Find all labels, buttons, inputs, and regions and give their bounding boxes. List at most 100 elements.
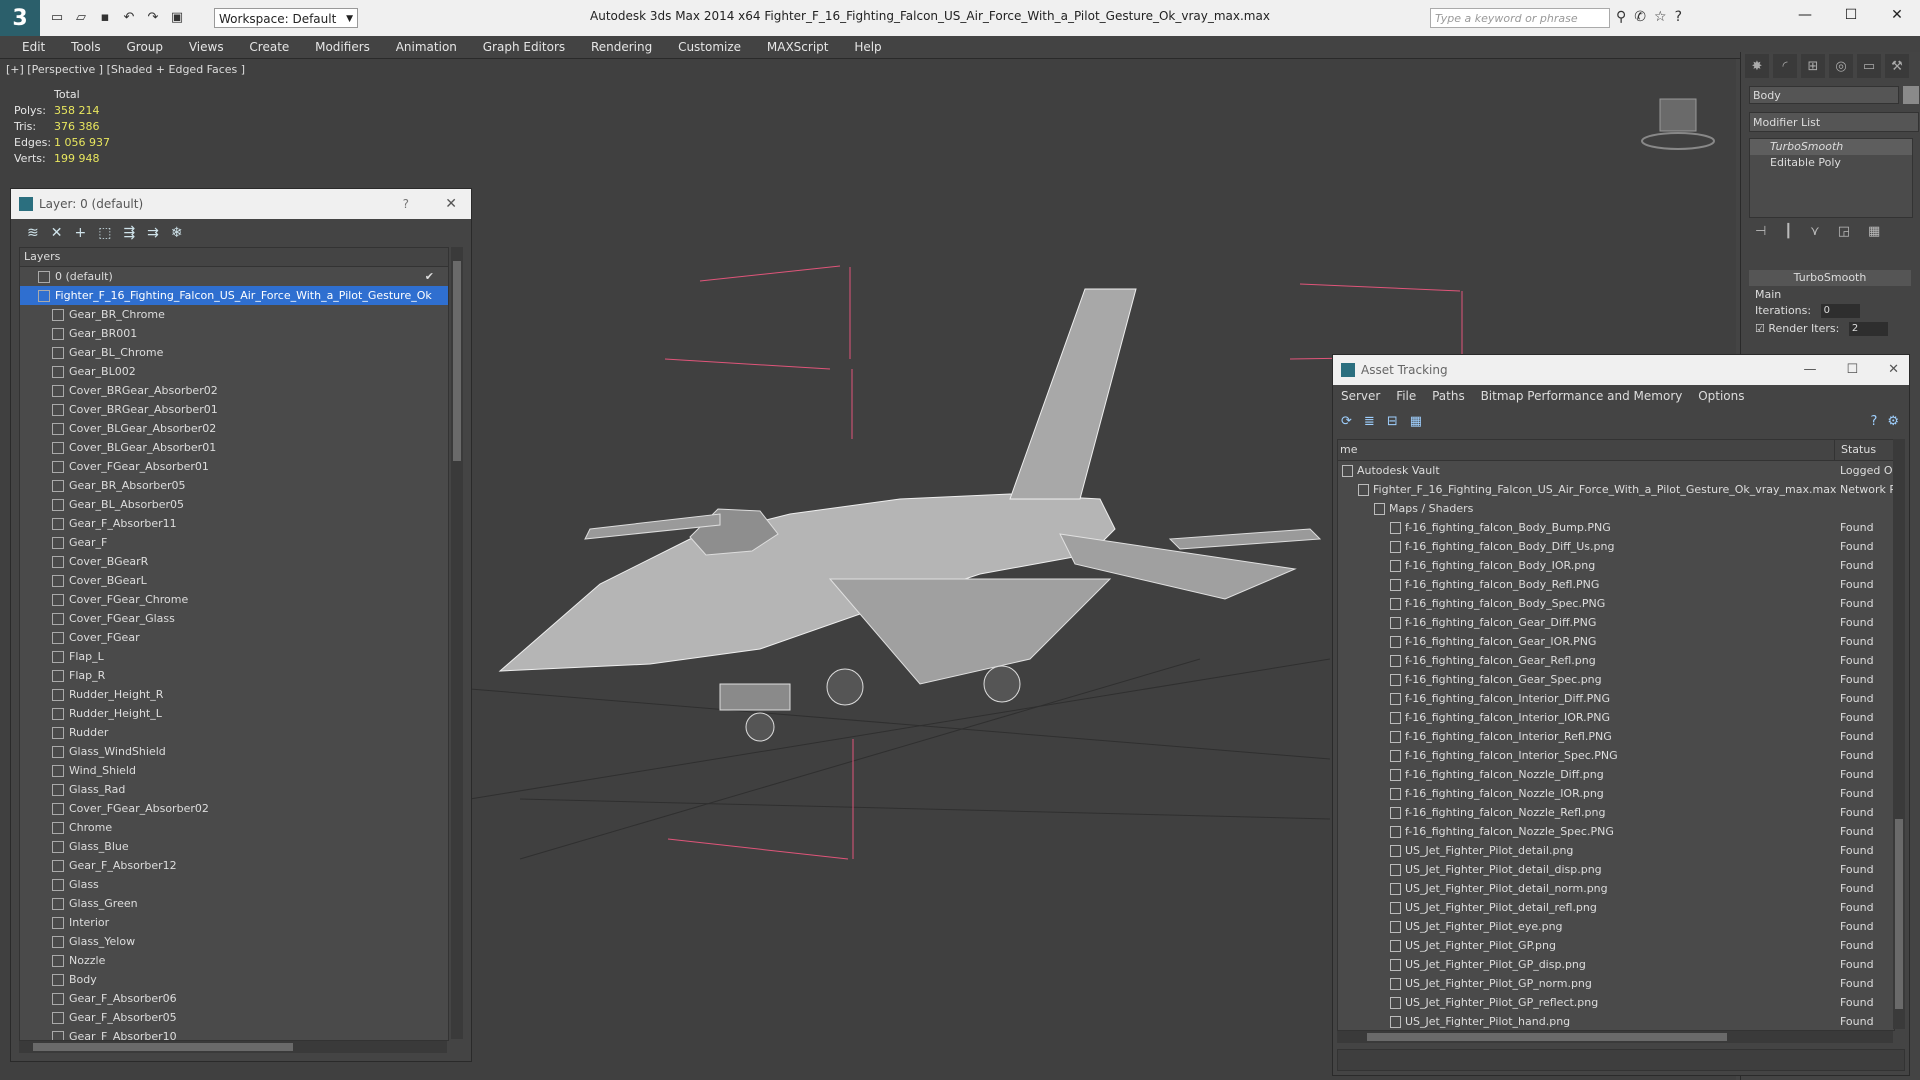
status-column-header[interactable]: Status — [1834, 440, 1876, 460]
asset-row[interactable]: Maps / Shaders — [1338, 499, 1894, 518]
settings-icon[interactable]: ⚙ — [1887, 414, 1899, 429]
asset-row[interactable]: f-16_fighting_falcon_Interior_Refl.PNG Fo… — [1338, 727, 1894, 746]
layer-object-item[interactable]: Interior — [20, 913, 448, 932]
layer-horizontal-scrollbar[interactable] — [19, 1041, 447, 1053]
asset-path-field[interactable] — [1337, 1049, 1905, 1071]
layer-object-item[interactable]: Gear_BL_Absorber05 — [20, 495, 448, 514]
close-icon[interactable]: ✕ — [445, 189, 457, 219]
display-tab-icon[interactable]: ▭ — [1857, 54, 1881, 78]
asset-row[interactable]: Autodesk Vault Logged O — [1338, 461, 1894, 480]
asset-row[interactable]: f-16_fighting_falcon_Body_Bump.PNG Found — [1338, 518, 1894, 537]
asset-row[interactable]: Fighter_F_16_Fighting_Falcon_US_Air_Forc… — [1338, 480, 1894, 499]
menu-animation[interactable]: Animation — [396, 36, 457, 58]
menu-help[interactable]: Help — [854, 36, 881, 58]
redo-icon[interactable]: ↷ — [144, 8, 162, 26]
asset-row[interactable]: f-16_fighting_falcon_Body_Diff_Us.png Fou… — [1338, 537, 1894, 556]
layer-object-item[interactable]: Chrome — [20, 818, 448, 837]
render-iters-checkbox[interactable]: ☑ — [1755, 322, 1765, 335]
layer-object-item[interactable]: Glass_WindShield — [20, 742, 448, 761]
layer-object-item[interactable]: Body — [20, 970, 448, 989]
asset-row[interactable]: US_Jet_Fighter_Pilot_GP_disp.png Found — [1338, 955, 1894, 974]
select-objects-icon[interactable]: ⬚ — [98, 225, 111, 241]
layer-object-item[interactable]: Gear_F_Absorber10 — [20, 1027, 448, 1040]
undo-icon[interactable]: ↶ — [120, 8, 138, 26]
layer-object-item[interactable]: Glass_Rad — [20, 780, 448, 799]
layer-fighter[interactable]: Fighter_F_16_Fighting_Falcon_US_Air_Forc… — [20, 286, 448, 305]
motion-tab-icon[interactable]: ◎ — [1829, 54, 1853, 78]
object-color-swatch[interactable] — [1903, 86, 1919, 104]
layer-object-item[interactable]: Glass — [20, 875, 448, 894]
delete-layer-icon[interactable]: ✕ — [51, 225, 63, 241]
layer-vertical-scrollbar[interactable] — [451, 247, 463, 1039]
asset-row[interactable]: US_Jet_Fighter_Pilot_eye.png Found — [1338, 917, 1894, 936]
communication-icon[interactable]: ✆ — [1634, 9, 1646, 25]
modify-tab-icon[interactable]: ◜ — [1773, 54, 1797, 78]
layer-object-item[interactable]: Cover_FGear_Absorber02 — [20, 799, 448, 818]
layer-object-item[interactable]: Gear_BL002 — [20, 362, 448, 381]
maximize-icon[interactable]: ☐ — [1846, 355, 1858, 385]
workspace-dropdown[interactable]: Workspace: Default ▼ — [214, 8, 358, 28]
layer-object-item[interactable]: Gear_BR_Chrome — [20, 305, 448, 324]
project-folder-icon[interactable]: ▣ — [168, 8, 186, 26]
highlight-selected-icon[interactable]: ⇶ — [123, 225, 135, 241]
asset-row[interactable]: US_Jet_Fighter_Pilot_GP.png Found — [1338, 936, 1894, 955]
asset-row[interactable]: f-16_fighting_falcon_Nozzle_Spec.PNG Foun… — [1338, 822, 1894, 841]
app-logo-button[interactable]: 3 — [0, 0, 40, 36]
help-icon[interactable]: ? — [1675, 9, 1682, 25]
asset-row[interactable]: f-16_fighting_falcon_Body_IOR.png Found — [1338, 556, 1894, 575]
save-icon[interactable]: ▪ — [96, 8, 114, 26]
menu-customize[interactable]: Customize — [678, 36, 741, 58]
asset-row[interactable]: f-16_fighting_falcon_Gear_IOR.PNG Found — [1338, 632, 1894, 651]
layer-object-item[interactable]: Nozzle — [20, 951, 448, 970]
name-column-header[interactable]: me — [1338, 443, 1357, 456]
asset-window-titlebar[interactable]: Asset Tracking — ☐ ✕ — [1333, 355, 1909, 385]
asset-row[interactable]: f-16_fighting_falcon_Nozzle_Diff.png Foun… — [1338, 765, 1894, 784]
layer-object-item[interactable]: Gear_F_Absorber11 — [20, 514, 448, 533]
maximize-icon[interactable]: ☐ — [1828, 0, 1874, 30]
layer-object-item[interactable]: Cover_BLGear_Absorber01 — [20, 438, 448, 457]
menu-modifiers[interactable]: Modifiers — [315, 36, 370, 58]
hierarchy-tab-icon[interactable]: ⊞ — [1801, 54, 1825, 78]
binoculars-icon[interactable]: ⚲ — [1616, 9, 1626, 25]
asset-row[interactable]: f-16_fighting_falcon_Gear_Refl.png Found — [1338, 651, 1894, 670]
make-unique-icon[interactable]: ⋎ — [1810, 224, 1820, 239]
menu-views[interactable]: Views — [189, 36, 224, 58]
layer-object-item[interactable]: Gear_BL_Chrome — [20, 343, 448, 362]
asset-row[interactable]: f-16_fighting_falcon_Interior_IOR.PNG Fou… — [1338, 708, 1894, 727]
turbosmooth-rollout-header[interactable]: TurboSmooth — [1749, 270, 1911, 286]
asset-row[interactable]: f-16_fighting_falcon_Body_Refl.PNG Found — [1338, 575, 1894, 594]
layers-column-header[interactable]: Layers — [20, 248, 448, 267]
favorites-star-icon[interactable]: ☆ — [1654, 9, 1667, 25]
asset-row[interactable]: US_Jet_Fighter_Pilot_detail_refl.png Foun… — [1338, 898, 1894, 917]
iterations-spinner[interactable]: 0 — [1820, 304, 1860, 318]
create-tab-icon[interactable]: ✸ — [1745, 54, 1769, 78]
asset-row[interactable]: US_Jet_Fighter_Pilot_detail_disp.png Foun… — [1338, 860, 1894, 879]
layer-object-item[interactable]: Cover_FGear_Absorber01 — [20, 457, 448, 476]
minimize-icon[interactable]: — — [1803, 355, 1816, 385]
layer-object-item[interactable]: Glass_Yelow — [20, 932, 448, 951]
layer-object-item[interactable]: Gear_BR_Absorber05 — [20, 476, 448, 495]
add-to-layer-icon[interactable]: + — [74, 225, 86, 241]
help-icon[interactable]: ? — [1870, 414, 1877, 429]
asset-row[interactable]: US_Jet_Fighter_Pilot_GP_reflect.png Found — [1338, 993, 1894, 1012]
utilities-tab-icon[interactable]: ⚒ — [1885, 54, 1909, 78]
layer-object-item[interactable]: Cover_BRGear_Absorber01 — [20, 400, 448, 419]
layer-object-item[interactable]: Gear_BR001 — [20, 324, 448, 343]
asset-menu-options[interactable]: Options — [1698, 389, 1744, 403]
tree-view-icon[interactable]: ⊟ — [1387, 414, 1398, 429]
layer-object-item[interactable]: Cover_FGear_Chrome — [20, 590, 448, 609]
layer-object-item[interactable]: Gear_F_Absorber05 — [20, 1008, 448, 1027]
menu-tools[interactable]: Tools — [71, 36, 101, 58]
freeze-all-icon[interactable]: ❄ — [171, 225, 183, 241]
layer-object-item[interactable]: Glass_Green — [20, 894, 448, 913]
render-iters-spinner[interactable]: 2 — [1848, 322, 1888, 336]
layer-object-item[interactable]: Flap_R — [20, 666, 448, 685]
menu-group[interactable]: Group — [126, 36, 163, 58]
stack-item-turbosmooth[interactable]: TurboSmooth — [1750, 139, 1912, 155]
asset-menu-server[interactable]: Server — [1341, 389, 1380, 403]
asset-row[interactable]: US_Jet_Fighter_Pilot_detail.png Found — [1338, 841, 1894, 860]
close-icon[interactable]: ✕ — [1888, 355, 1899, 385]
asset-vertical-scrollbar[interactable] — [1893, 439, 1905, 1029]
object-name-field[interactable]: Body — [1749, 86, 1899, 104]
help-button[interactable]: ? — [403, 189, 409, 219]
